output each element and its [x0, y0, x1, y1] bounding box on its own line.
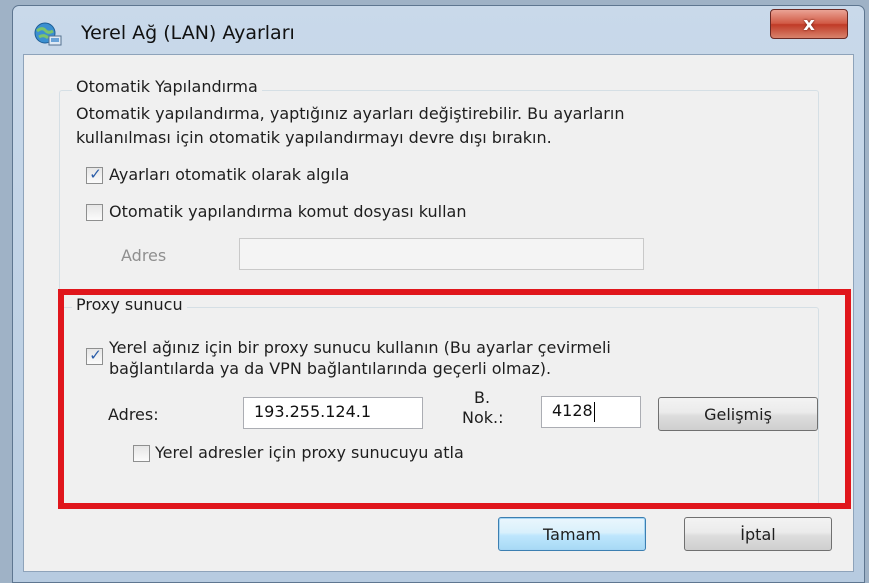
auto-config-legend: Otomatik Yapılandırma — [72, 77, 262, 96]
checkmark-icon: ✓ — [89, 165, 102, 183]
ok-button[interactable]: Tamam — [498, 517, 646, 551]
cancel-button[interactable]: İptal — [684, 517, 832, 551]
title-bar[interactable]: Yerel Ağ (LAN) Ayarları x — [13, 6, 864, 54]
config-script-checkbox[interactable] — [86, 204, 103, 221]
proxy-highlight-frame — [58, 289, 851, 509]
window-title: Yerel Ağ (LAN) Ayarları — [81, 22, 295, 44]
close-button[interactable]: x — [770, 9, 848, 39]
script-address-label: Adres — [121, 246, 167, 265]
close-icon: x — [803, 13, 815, 35]
auto-config-description-line1: Otomatik yapılandırma, yaptığınız ayarla… — [76, 104, 625, 123]
auto-detect-label[interactable]: Ayarları otomatik olarak algıla — [109, 165, 349, 184]
network-globe-icon — [34, 22, 62, 46]
script-address-field[interactable] — [239, 238, 644, 270]
config-script-label[interactable]: Otomatik yapılandırma komut dosyası kull… — [109, 202, 467, 221]
auto-detect-checkbox[interactable]: ✓ — [86, 165, 103, 184]
auto-config-description-line2: kullanılması için otomatik yapılandırmay… — [76, 128, 552, 147]
